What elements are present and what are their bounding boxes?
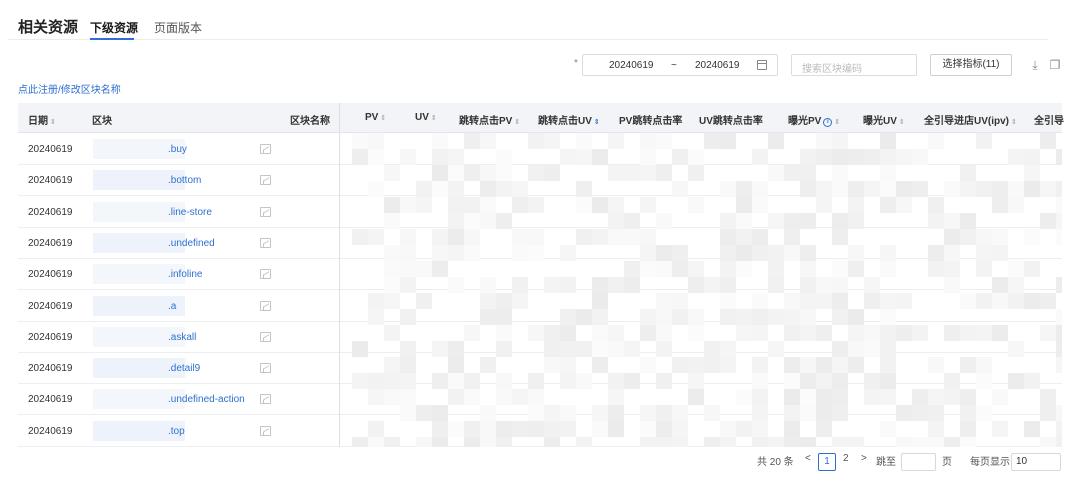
row-block-link[interactable]: .detail9 bbox=[168, 363, 200, 374]
trend-chart-icon[interactable] bbox=[260, 206, 271, 217]
row-block-link[interactable]: .undefined bbox=[168, 238, 215, 249]
row-date: 20240619 bbox=[28, 206, 73, 218]
trend-chart-icon[interactable] bbox=[260, 300, 271, 311]
page-header: 相关资源 下级资源 页面版本 bbox=[8, 8, 1048, 40]
sort-icon[interactable]: ⇕ bbox=[380, 115, 386, 122]
row-date: 20240619 bbox=[28, 425, 73, 437]
row-block-link[interactable]: .undefined-action bbox=[168, 394, 245, 405]
tab-sub-resources[interactable]: 下级资源 bbox=[90, 19, 138, 36]
select-metrics-button[interactable]: 选择指标(11) bbox=[930, 54, 1012, 76]
download-icon[interactable]: ⤓ bbox=[1028, 58, 1042, 72]
trend-chart-icon[interactable] bbox=[260, 237, 271, 248]
calendar-icon[interactable] bbox=[757, 60, 767, 70]
trend-chart-icon[interactable] bbox=[260, 394, 271, 405]
row-block-link[interactable]: .buy bbox=[168, 144, 187, 155]
total-count: 共 20 条 bbox=[757, 457, 794, 468]
trend-chart-icon[interactable] bbox=[260, 425, 271, 436]
page-size-label: 每页显示 bbox=[970, 457, 1010, 468]
sort-icon[interactable]: ⇕ bbox=[899, 119, 905, 126]
sort-icon[interactable]: ⇕ bbox=[514, 119, 520, 126]
column-header-exposure-pv[interactable]: 曝光PV i ⇕ bbox=[788, 112, 840, 127]
sort-icon[interactable]: ⇕ bbox=[431, 115, 437, 122]
row-date: 20240619 bbox=[28, 300, 73, 312]
goto-page-input[interactable] bbox=[901, 453, 936, 471]
column-header-block: 区块 bbox=[92, 116, 112, 127]
row-date: 20240619 bbox=[28, 363, 73, 375]
row-block-link[interactable]: .infoline bbox=[168, 269, 202, 280]
column-header-block-name: 区块名称 bbox=[290, 116, 330, 127]
required-mark: * bbox=[574, 58, 578, 69]
tab-page-versions[interactable]: 页面版本 bbox=[154, 19, 202, 36]
trend-chart-icon[interactable] bbox=[260, 363, 271, 374]
info-icon[interactable]: i bbox=[823, 118, 833, 127]
page-2-button[interactable]: 2 bbox=[843, 453, 849, 464]
sort-icon[interactable]: ⇕ bbox=[50, 119, 56, 126]
row-block-link[interactable]: .top bbox=[168, 426, 185, 437]
sort-icon[interactable]: ⇕ bbox=[834, 119, 840, 126]
row-date: 20240619 bbox=[28, 237, 73, 249]
trend-chart-icon[interactable] bbox=[260, 144, 271, 154]
column-header-guide-uv[interactable]: 全引导进店UV(ipv) ⇕ bbox=[924, 112, 1017, 127]
table-header: 日期 ⇕ 区块 区块名称 PV ⇕ UV ⇕ 跳转点击PV ⇕ 跳转点击UV ⇕ PV跳转… bbox=[18, 103, 1064, 133]
column-header-pv[interactable]: PV ⇕ bbox=[365, 112, 386, 123]
copy-icon[interactable]: ❐ bbox=[1048, 58, 1062, 72]
row-date: 20240619 bbox=[28, 144, 73, 155]
trend-chart-icon[interactable] bbox=[260, 269, 271, 280]
column-header-pv-click-rate[interactable]: PV跳转点击率 bbox=[619, 112, 682, 127]
row-date: 20240619 bbox=[28, 394, 73, 406]
next-page-button[interactable]: > bbox=[861, 453, 867, 464]
active-tab-indicator bbox=[90, 38, 134, 40]
column-header-click-uv[interactable]: 跳转点击UV ⇕ bbox=[538, 112, 600, 127]
page-size-select[interactable]: 10 bbox=[1011, 453, 1061, 471]
goto-label: 跳至 bbox=[876, 457, 896, 468]
page-title: 相关资源 bbox=[18, 19, 79, 36]
block-code-search-input[interactable]: 搜索区块编码 bbox=[791, 54, 917, 76]
prev-page-button[interactable]: < bbox=[805, 453, 811, 464]
resource-table: 日期 ⇕ 区块 区块名称 PV ⇕ UV ⇕ 跳转点击PV ⇕ 跳转点击UV ⇕ PV跳转… bbox=[18, 103, 1064, 447]
page-1-button[interactable]: 1 bbox=[818, 453, 836, 471]
sort-icon[interactable]: ⇕ bbox=[1011, 119, 1017, 126]
column-header-uv[interactable]: UV ⇕ bbox=[415, 112, 437, 123]
row-block-link[interactable]: .askall bbox=[168, 332, 196, 343]
trend-chart-icon[interactable] bbox=[260, 175, 271, 186]
goto-suffix: 页 bbox=[942, 457, 952, 468]
column-header-click-pv[interactable]: 跳转点击PV ⇕ bbox=[459, 112, 520, 127]
column-header-uv-click-rate[interactable]: UV跳转点击率 bbox=[699, 112, 763, 127]
trend-chart-icon[interactable] bbox=[260, 331, 271, 342]
row-block-link[interactable]: .a bbox=[168, 301, 176, 312]
column-header-guide-more[interactable]: 全引导 bbox=[1034, 112, 1064, 127]
column-header-exposure-uv[interactable]: 曝光UV ⇕ bbox=[863, 112, 905, 127]
fixed-column-divider bbox=[339, 103, 340, 447]
row-date: 20240619 bbox=[28, 331, 73, 343]
row-date: 20240619 bbox=[28, 175, 73, 187]
date-end[interactable]: 20240619 bbox=[695, 60, 740, 71]
date-separator: ~ bbox=[671, 60, 677, 71]
redacted-data-area bbox=[352, 133, 1062, 447]
register-block-name-link[interactable]: 点此注册/修改区块名称 bbox=[18, 81, 121, 96]
sort-icon[interactable]: ⇕ bbox=[594, 119, 600, 126]
row-block-link[interactable]: .bottom bbox=[168, 175, 201, 186]
row-block-link[interactable]: .line-store bbox=[168, 207, 212, 218]
date-start[interactable]: 20240619 bbox=[609, 60, 654, 71]
column-header-date[interactable]: 日期 ⇕ bbox=[28, 112, 56, 127]
date-range-picker[interactable]: 20240619 ~ 20240619 bbox=[582, 54, 778, 76]
row-date: 20240619 bbox=[28, 269, 73, 281]
